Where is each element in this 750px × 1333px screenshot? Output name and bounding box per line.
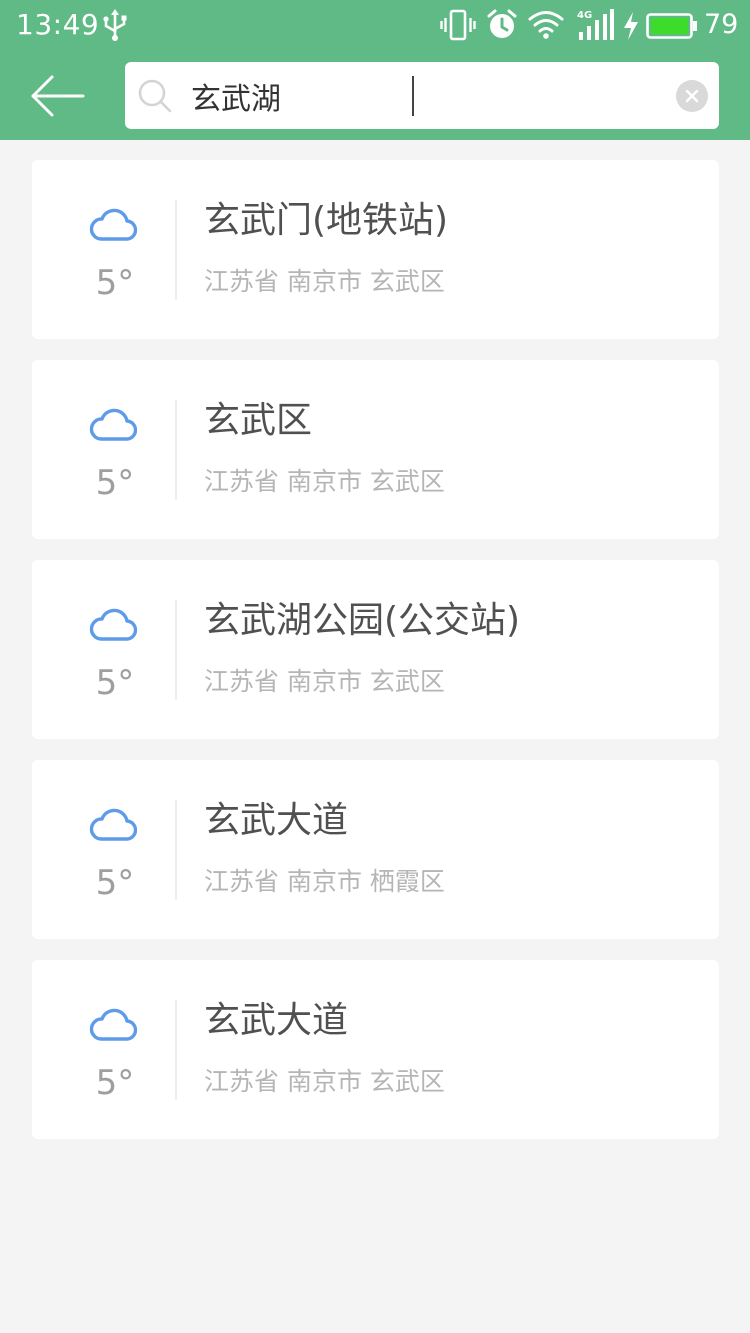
- cloud-icon: [89, 206, 138, 246]
- temperature: 5°: [95, 863, 135, 903]
- search-box: [125, 62, 719, 129]
- temperature: 5°: [95, 263, 135, 303]
- text-cursor: [412, 76, 414, 116]
- search-icon: [137, 78, 173, 118]
- temperature: 5°: [95, 1063, 135, 1103]
- charging-icon: [622, 11, 640, 45]
- result-item[interactable]: 5° 玄武区 江苏省 南京市 玄武区: [32, 360, 719, 539]
- temperature: 5°: [95, 663, 135, 703]
- divider: [175, 400, 177, 500]
- close-icon: [685, 89, 699, 103]
- result-item[interactable]: 5° 玄武大道 江苏省 南京市 玄武区: [32, 960, 719, 1139]
- place-region: 江苏省 南京市 玄武区: [204, 1067, 445, 1096]
- cloud-icon: [89, 606, 138, 646]
- place-name: 玄武湖公园(公交站): [204, 600, 521, 641]
- status-icons: 4G 79: [438, 6, 750, 46]
- result-item[interactable]: 5° 玄武门(地铁站) 江苏省 南京市 玄武区: [32, 160, 719, 339]
- result-item[interactable]: 5° 玄武湖公园(公交站) 江苏省 南京市 玄武区: [32, 560, 719, 739]
- search-input[interactable]: [191, 72, 661, 120]
- divider: [175, 800, 177, 900]
- app-root: 13:49 4G 79 玄武湖 5° 玄武门(地铁站) 江苏省 南京市 玄武区 …: [0, 0, 750, 1333]
- vibrate-icon: [440, 8, 476, 46]
- cloud-icon: [89, 1006, 138, 1046]
- result-item[interactable]: 5° 玄武大道 江苏省 南京市 栖霞区: [32, 760, 719, 939]
- clear-search-button[interactable]: [676, 80, 708, 112]
- usb-icon: [102, 8, 128, 46]
- divider: [175, 1000, 177, 1100]
- place-name: 玄武门(地铁站): [204, 200, 449, 241]
- arrow-left-icon: [31, 75, 85, 117]
- place-region: 江苏省 南京市 玄武区: [204, 467, 445, 496]
- divider: [175, 600, 177, 700]
- place-name: 玄武区: [204, 400, 313, 441]
- place-name: 玄武大道: [204, 800, 349, 841]
- network-type-label: 4G: [577, 10, 592, 21]
- wifi-icon: [528, 10, 564, 44]
- battery-percentage: 79: [704, 9, 739, 40]
- header-bar: 13:49 4G 79 玄武湖: [0, 0, 750, 140]
- status-bar: 13:49 4G 79: [0, 0, 750, 50]
- place-region: 江苏省 南京市 玄武区: [204, 667, 445, 696]
- cellular-signal-icon: 4G: [575, 8, 615, 46]
- search-results-list: 5° 玄武门(地铁站) 江苏省 南京市 玄武区 5° 玄武区 江苏省 南京市 玄…: [32, 160, 719, 1160]
- back-button[interactable]: [24, 66, 92, 126]
- alarm-icon: [486, 9, 518, 45]
- status-time: 13:49: [16, 8, 100, 41]
- temperature: 5°: [95, 463, 135, 503]
- divider: [175, 200, 177, 300]
- battery-icon: [646, 12, 698, 44]
- place-region: 江苏省 南京市 玄武区: [204, 267, 445, 296]
- cloud-icon: [89, 406, 138, 446]
- place-region: 江苏省 南京市 栖霞区: [204, 867, 445, 896]
- place-name: 玄武大道: [204, 1000, 349, 1041]
- cloud-icon: [89, 806, 138, 846]
